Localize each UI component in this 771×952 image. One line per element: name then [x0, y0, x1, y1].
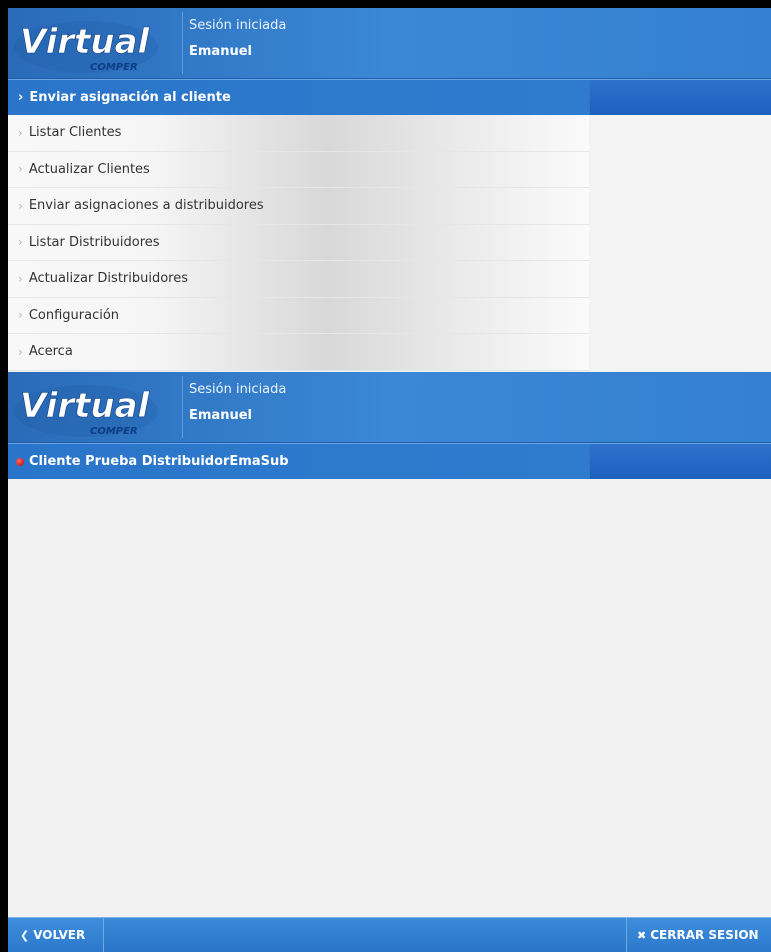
menu-item-label: Acerca: [28, 344, 73, 360]
chevron-right-icon: ›: [18, 162, 23, 177]
menu-side-panel: [589, 116, 771, 372]
menu-item-actualizar-clientes[interactable]: › Actualizar Clientes: [8, 151, 589, 188]
menu-item-label: Enviar asignaciones a distribuidores: [28, 198, 264, 214]
menu-item-label: Actualizar Clientes: [28, 161, 150, 177]
menu-view: Virtual COMPER Sesión iniciada Emanuel ›…: [8, 8, 771, 372]
session-label: Sesión iniciada: [189, 18, 287, 33]
menu-item-enviar-asignacion-cliente[interactable]: › Enviar asignación al cliente: [8, 79, 771, 115]
menu-list: › Listar Clientes › Actualizar Clientes …: [8, 115, 589, 371]
client-view: Virtual COMPER Sesión iniciada Emanuel C…: [8, 372, 771, 952]
menu-item-label: Actualizar Distribuidores: [28, 271, 189, 287]
menu-item-listar-clientes[interactable]: › Listar Clientes: [8, 115, 589, 152]
svg-text:COMPER: COMPER: [90, 426, 138, 437]
menu-item-configuracion[interactable]: › Configuración: [8, 297, 589, 334]
virtual-comper-logo: Virtual COMPER: [14, 379, 164, 439]
app-header: Virtual COMPER Sesión iniciada Emanuel: [8, 8, 771, 79]
close-icon: ✖: [637, 928, 647, 942]
menu-item-label: Listar Clientes: [28, 125, 122, 141]
bar-right-panel: [590, 444, 771, 479]
chevron-right-icon: ›: [18, 344, 23, 359]
app-header: Virtual COMPER Sesión iniciada Emanuel: [8, 372, 771, 443]
logout-button[interactable]: ✖ CERRAR SESION: [626, 918, 771, 952]
chevron-right-icon: ›: [18, 235, 23, 250]
client-item[interactable]: Cliente Prueba DistribuidorEmaSub: [8, 443, 771, 479]
menu-item-label: Enviar asignación al cliente: [29, 90, 231, 105]
content-area: [8, 479, 771, 915]
back-button[interactable]: ❮ VOLVER: [8, 918, 104, 952]
header-divider: [182, 376, 183, 438]
chevron-right-icon: ›: [18, 90, 24, 105]
chevron-left-icon: ❮: [20, 928, 30, 942]
header-divider: [182, 12, 183, 74]
logout-button-label: CERRAR SESION: [650, 928, 759, 942]
menu-item-label: Configuración: [28, 307, 120, 323]
menu-item-acerca[interactable]: › Acerca: [8, 334, 589, 371]
menu-item-label: Listar Distribuidores: [28, 234, 160, 250]
chevron-right-icon: ›: [18, 125, 23, 140]
session-label: Sesión iniciada: [189, 382, 287, 397]
bar-right-panel: [590, 80, 771, 115]
menu-item-listar-distribuidores[interactable]: › Listar Distribuidores: [8, 224, 589, 261]
footer-bar: ❮ VOLVER ✖ CERRAR SESION: [8, 917, 771, 952]
status-dot-icon: [16, 457, 24, 466]
virtual-comper-logo: Virtual COMPER: [14, 15, 164, 75]
chevron-right-icon: ›: [18, 308, 23, 323]
menu-item-enviar-asignaciones-distribuidores[interactable]: › Enviar asignaciones a distribuidores: [8, 188, 589, 225]
svg-text:COMPER: COMPER: [90, 62, 138, 73]
back-button-label: VOLVER: [33, 928, 86, 942]
menu-item-actualizar-distribuidores[interactable]: › Actualizar Distribuidores: [8, 261, 589, 298]
svg-text:Virtual: Virtual: [20, 386, 151, 426]
session-user: Emanuel: [189, 408, 252, 423]
chevron-right-icon: ›: [18, 198, 23, 213]
chevron-right-icon: ›: [18, 271, 23, 286]
svg-text:Virtual: Virtual: [20, 22, 151, 62]
client-name: Cliente Prueba DistribuidorEmaSub: [29, 454, 289, 469]
session-user: Emanuel: [189, 44, 252, 59]
